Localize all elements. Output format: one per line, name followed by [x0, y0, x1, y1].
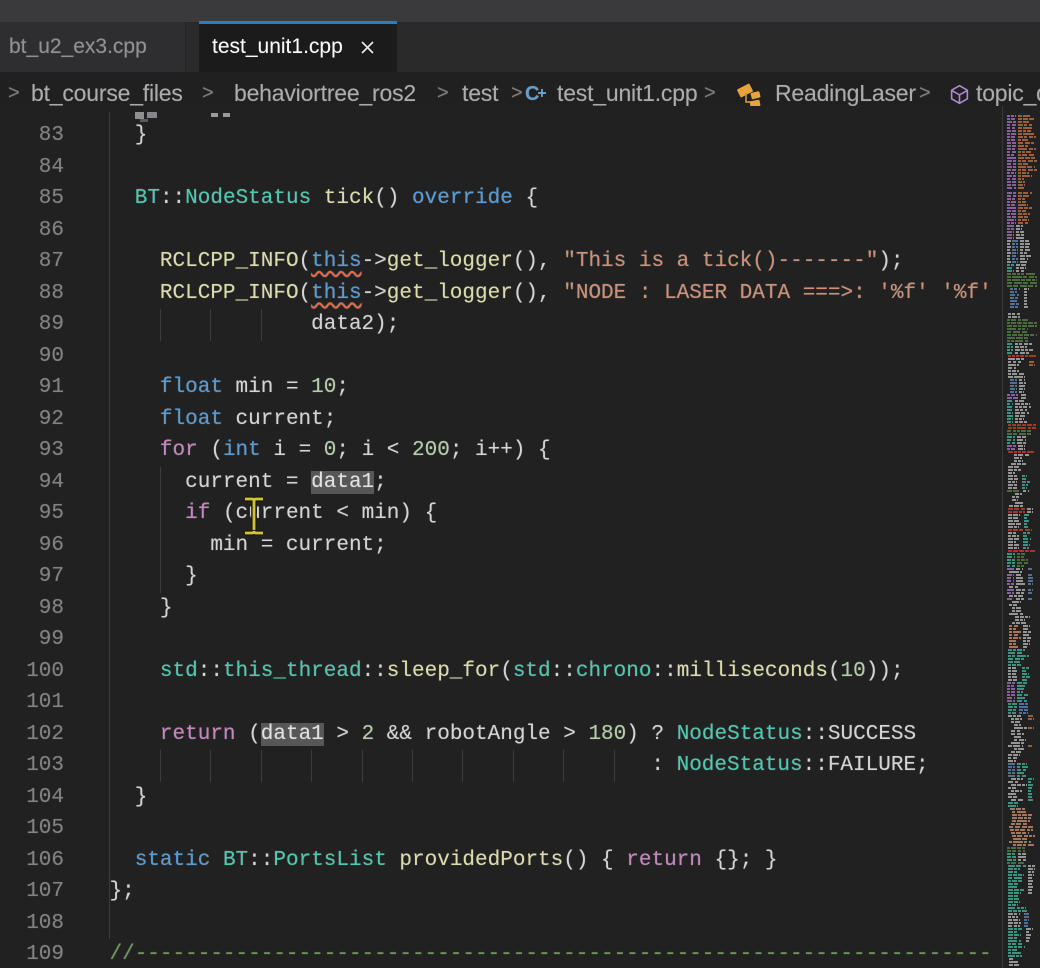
svg-text:C: C — [525, 83, 539, 105]
